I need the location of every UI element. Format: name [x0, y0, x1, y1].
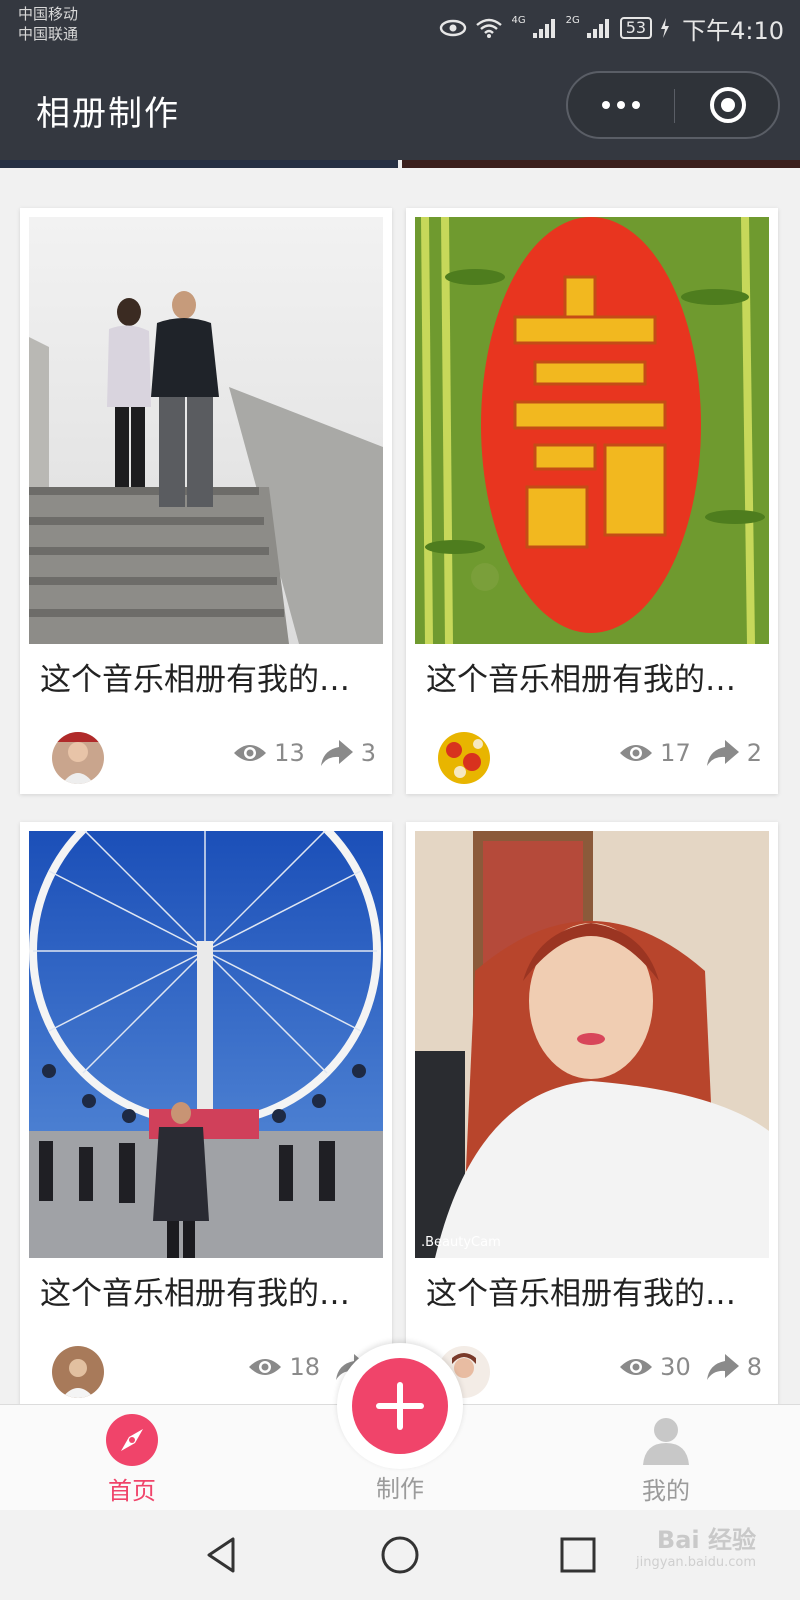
battery-level: 53 — [619, 17, 653, 39]
network-4g-label: 4G — [511, 14, 526, 26]
banner-remnant[interactable] — [0, 160, 800, 168]
user-icon — [643, 1418, 689, 1465]
recents-button[interactable] — [553, 1530, 603, 1580]
album-stats: 17 2 — [618, 738, 762, 768]
album-cover-photo[interactable] — [29, 831, 383, 1258]
album-card[interactable]: 这个音乐相册有我的… 13 3 — [20, 208, 392, 794]
tab-mine-label: 我的 — [642, 1477, 690, 1505]
eye-icon — [249, 1359, 282, 1375]
album-cover-photo[interactable] — [29, 217, 383, 644]
author-avatar[interactable] — [438, 732, 490, 784]
album-title[interactable]: 这个音乐相册有我的… — [426, 654, 766, 699]
back-triangle-icon — [207, 1537, 235, 1573]
tab-create-label: 制作 — [376, 1475, 424, 1503]
album-title[interactable]: 这个音乐相册有我的… — [426, 1268, 766, 1313]
baidu-watermark: Bai 经验 — [656, 1526, 756, 1554]
tab-mine[interactable]: 我的 — [596, 1405, 736, 1511]
eye-icon — [439, 19, 467, 37]
charging-icon — [660, 18, 670, 38]
create-album-button[interactable] — [352, 1358, 448, 1454]
share-count: 3 — [360, 739, 376, 767]
back-button[interactable] — [198, 1530, 248, 1580]
view-count: 13 — [274, 739, 305, 767]
capsule-divider — [674, 89, 675, 123]
compass-icon — [106, 1414, 158, 1466]
target-close-icon — [710, 87, 746, 123]
album-cover-photo[interactable]: .BeautyCam — [415, 831, 769, 1258]
mini-program-capsule — [566, 71, 780, 139]
tab-home[interactable]: 首页 — [62, 1405, 202, 1511]
view-count: 18 — [289, 1353, 320, 1381]
top-bar: 中国移动 中国联通 4G 2G 53 下午4:10 相册制作 — [0, 0, 800, 160]
home-button[interactable] — [375, 1530, 425, 1580]
album-title[interactable]: 这个音乐相册有我的… — [40, 654, 380, 699]
status-icons: 4G 2G 53 下午4:10 — [439, 10, 784, 46]
album-stats: 13 3 — [232, 738, 376, 768]
eye-icon — [234, 745, 267, 761]
author-avatar[interactable] — [52, 732, 104, 784]
home-circle-icon — [381, 1536, 419, 1574]
recents-square-icon — [560, 1537, 596, 1573]
carrier-1: 中国移动 — [18, 5, 79, 23]
album-grid: 这个音乐相册有我的… 13 3 这个音乐相册有我的… 17 2 这个音乐相册有我… — [0, 168, 800, 1404]
carrier-2: 中国联通 — [18, 25, 79, 43]
dot-icon — [632, 101, 640, 109]
share-count: 2 — [746, 739, 762, 767]
page-title: 相册制作 — [36, 94, 180, 134]
clock: 下午4:10 — [682, 16, 784, 45]
eye-icon — [620, 1359, 653, 1375]
share-arrow-icon — [320, 740, 353, 766]
beautycam-watermark: .BeautyCam — [421, 1235, 501, 1250]
album-cover-photo[interactable] — [415, 217, 769, 644]
status-bar: 中国移动 中国联通 4G 2G 53 下午4:10 — [0, 0, 800, 58]
album-title[interactable]: 这个音乐相册有我的… — [40, 1268, 380, 1313]
plus-icon — [376, 1382, 424, 1430]
album-card[interactable]: 这个音乐相册有我的… 18 — [20, 822, 392, 1404]
more-menu-button[interactable] — [568, 73, 674, 137]
dot-icon — [602, 101, 610, 109]
eye-icon — [620, 745, 653, 761]
share-arrow-icon — [706, 1354, 739, 1380]
wifi-icon — [475, 17, 503, 39]
view-count: 30 — [660, 1353, 691, 1381]
album-stats: 30 8 — [618, 1352, 762, 1382]
share-count: 8 — [746, 1353, 762, 1381]
album-card[interactable]: .BeautyCam 这个音乐相册有我的… 30 8 — [406, 822, 778, 1404]
tab-home-label: 首页 — [108, 1477, 156, 1505]
share-arrow-icon — [706, 740, 739, 766]
baidu-watermark-url: jingyan.baidu.com — [636, 1555, 756, 1570]
person-man — [151, 291, 219, 507]
dot-icon — [617, 101, 625, 109]
signal-icon-1 — [532, 17, 558, 39]
carrier-info: 中国移动 中国联通 — [18, 4, 78, 44]
album-card[interactable]: 这个音乐相册有我的… 17 2 — [406, 208, 778, 794]
view-count: 17 — [660, 739, 691, 767]
close-mini-program-button[interactable] — [676, 73, 780, 137]
network-2g-label: 2G — [565, 14, 580, 26]
signal-icon-2 — [586, 17, 612, 39]
author-avatar[interactable] — [52, 1346, 104, 1398]
